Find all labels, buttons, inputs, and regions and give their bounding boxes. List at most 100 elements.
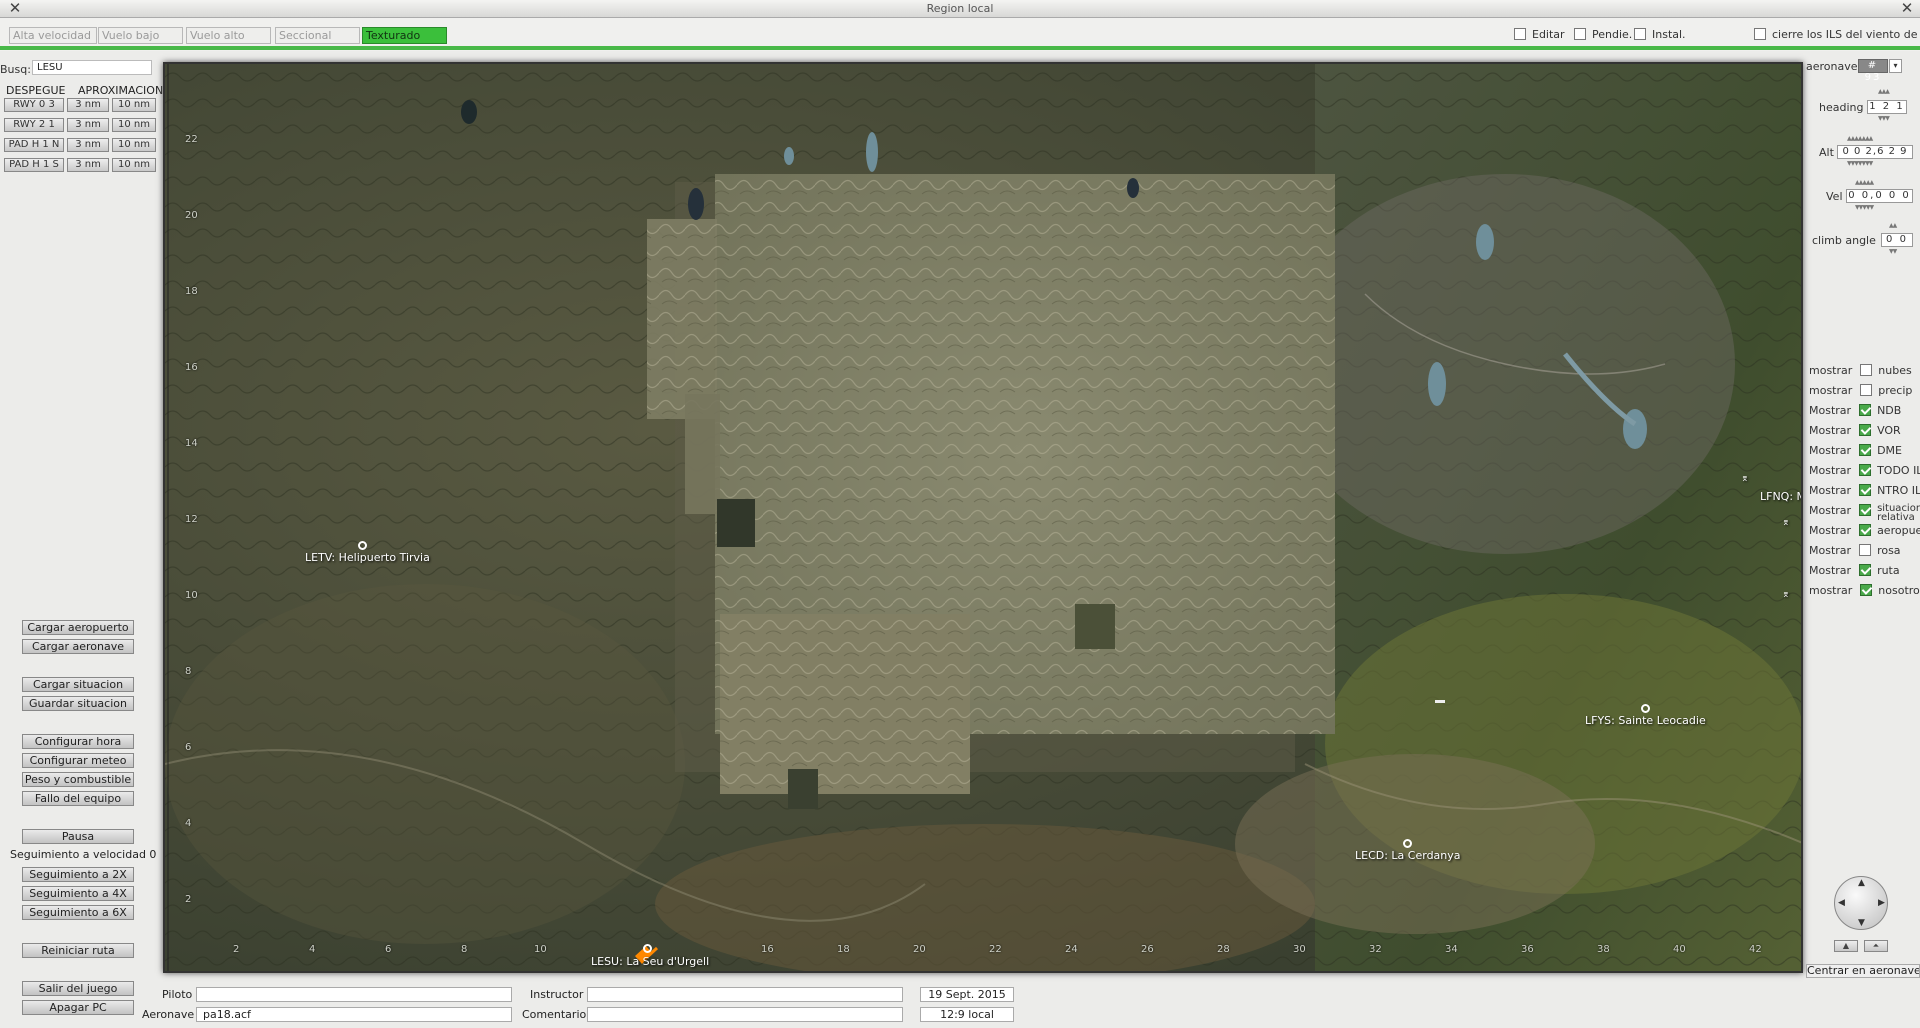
checkbox-icon <box>1514 28 1526 40</box>
alt-down-arrows[interactable]: ▼▼▼▼▼▼▼ <box>1847 161 1873 167</box>
vel-up-arrows[interactable]: ▲▲▲▲▲ <box>1855 180 1874 186</box>
alt-up-arrows[interactable]: ▲▲▲▲▲▲▲ <box>1847 136 1873 142</box>
arrow-left-icon[interactable]: ◀ <box>1838 898 1845 908</box>
runway-3nm-button[interactable]: 3 nm <box>67 118 109 132</box>
pause-button[interactable]: Pausa <box>22 829 134 844</box>
tab-sectional[interactable]: Seccional <box>275 27 360 44</box>
arrow-up-icon[interactable]: ▲ <box>1858 878 1865 888</box>
runway-3nm-button[interactable]: 3 nm <box>67 98 109 112</box>
checkbox-checked-icon <box>1859 504 1872 516</box>
config-time-button[interactable]: Configurar hora <box>22 734 134 749</box>
climb-down-arrows[interactable]: ▼▼ <box>1889 249 1897 255</box>
config-weather-button[interactable]: Configurar meteo <box>22 753 134 768</box>
arrow-down-icon[interactable]: ▼ <box>1858 918 1865 928</box>
overlay-toggle-route[interactable]: Mostrar ruta <box>1809 564 1900 579</box>
climb-angle-field[interactable]: 0 0 <box>1881 233 1913 247</box>
overlay-toggle-precip[interactable]: mostrar precip <box>1809 384 1912 399</box>
slope-checkbox[interactable]: Pendie. <box>1574 27 1632 43</box>
restart-route-button[interactable]: Reiniciar ruta <box>22 943 134 958</box>
tab-low-flight[interactable]: Vuelo bajo <box>98 27 183 44</box>
runway-button[interactable]: PAD H 1 S <box>4 158 64 172</box>
weight-fuel-button[interactable]: Peso y combustible <box>22 772 134 787</box>
tab-high-flight[interactable]: Vuelo alto <box>186 27 271 44</box>
zoom-in-button[interactable]: ⏶ <box>1864 940 1888 952</box>
overlay-toggle-all-ils[interactable]: MostrarTODO ILS <box>1809 464 1920 479</box>
tab-textured[interactable]: Texturado <box>362 27 447 44</box>
aircraft-dropdown-icon[interactable]: ▾ <box>1889 59 1902 73</box>
checkbox-checked-icon <box>1860 584 1873 596</box>
follow-speed-button[interactable]: Seguimiento a velocidad 0 <box>10 848 156 863</box>
search-input[interactable]: LESU <box>32 60 152 75</box>
y-tick-label: 14 <box>185 438 198 449</box>
load-aircraft-button[interactable]: Cargar aeronave <box>22 639 134 654</box>
airport-label-lfnq[interactable]: LFNQ: M <box>1760 490 1801 503</box>
tab-high-speed[interactable]: Alta velocidad <box>9 27 97 44</box>
runway-button[interactable]: RWY 0 3 <box>4 98 64 112</box>
overlay-toggle-rose[interactable]: Mostrar rosa <box>1809 544 1901 559</box>
runway-button[interactable]: PAD H 1 N <box>4 138 64 152</box>
aircraft-label: aeronave <box>1806 60 1858 73</box>
center-on-aircraft-button[interactable]: Centrar en aeronave <box>1806 964 1920 978</box>
heliport-icon[interactable] <box>358 541 367 550</box>
airport-label-lecd[interactable]: LECD: La Cerdanya <box>1355 849 1461 862</box>
airport-label-lfys[interactable]: LFYS: Sainte Leocadie <box>1585 714 1706 727</box>
checkbox-checked-icon <box>1859 464 1872 476</box>
aircraft-number-field[interactable]: # 93 <box>1858 59 1888 83</box>
date-field[interactable]: 19 Sept. 2015 <box>920 987 1014 1002</box>
pilot-field[interactable] <box>196 987 512 1002</box>
time-field[interactable]: 12:9 local <box>920 1007 1014 1022</box>
zoom-out-button[interactable]: ▲ <box>1834 940 1858 952</box>
comment-field[interactable] <box>587 1007 903 1022</box>
runway-10nm-button[interactable]: 10 nm <box>112 138 156 152</box>
airport-icon[interactable] <box>1403 839 1412 848</box>
airport-icon[interactable] <box>1641 704 1650 713</box>
pilot-label: Piloto <box>162 988 193 1001</box>
heading-field[interactable]: 1 2 1 <box>1867 100 1907 114</box>
airport-label-letv[interactable]: LETV: Helipuerto Tirvia <box>305 551 430 564</box>
airport-icon[interactable] <box>643 944 652 953</box>
y-tick-label: 6 <box>185 742 192 753</box>
arrow-right-icon[interactable]: ▶ <box>1878 898 1885 908</box>
aircraft-file-label: Aeronave <box>142 1008 195 1021</box>
heading-down-arrows[interactable]: ▼▼▼ <box>1878 116 1890 122</box>
overlay-toggle-vor[interactable]: Mostrar VOR <box>1809 424 1901 439</box>
runway-3nm-button[interactable]: 3 nm <box>67 138 109 152</box>
overlay-toggle-intro-ils[interactable]: MostrarNTRO ILS <box>1809 484 1920 499</box>
save-situation-button[interactable]: Guardar situacion <box>22 696 134 711</box>
equipment-failure-button[interactable]: Fallo del equipo <box>22 791 134 806</box>
follow-4x-button[interactable]: Seguimiento a 4X <box>22 886 134 901</box>
heading-up-arrows[interactable]: ▲▲▲ <box>1878 89 1890 95</box>
close-ils-checkbox[interactable]: cierre los ILS del viento de co <box>1754 27 1920 43</box>
follow-6x-button[interactable]: Seguimiento a 6X <box>22 905 134 920</box>
close-icon[interactable]: ✕ <box>6 0 24 18</box>
close-icon-right[interactable]: ✕ <box>1898 0 1916 18</box>
overlay-toggle-dme[interactable]: Mostrar DME <box>1809 444 1902 459</box>
load-situation-button[interactable]: Cargar situacion <box>22 677 134 692</box>
runway-10nm-button[interactable]: 10 nm <box>112 98 156 112</box>
checkbox-icon <box>1634 28 1646 40</box>
overlay-toggle-us[interactable]: mostrarnosotros <box>1809 584 1920 599</box>
overlay-toggle-relative[interactable]: Mostrar situacion relativa <box>1809 504 1920 526</box>
follow-2x-button[interactable]: Seguimiento a 2X <box>22 867 134 882</box>
vel-down-arrows[interactable]: ▼▼▼▼▼ <box>1855 205 1874 211</box>
airport-label-lesu[interactable]: LESU: La Seu d'Urgell <box>591 955 709 968</box>
map-pan-joystick[interactable]: ▲ ▼ ◀ ▶ <box>1834 876 1888 930</box>
runway-3nm-button[interactable]: 3 nm <box>67 158 109 172</box>
climb-up-arrows[interactable]: ▲▲ <box>1889 223 1897 229</box>
overlay-toggle-clouds[interactable]: mostrar nubes <box>1809 364 1912 379</box>
vel-field[interactable]: 0 0,0 0 0 <box>1846 189 1913 203</box>
alt-field[interactable]: 0 0 2,6 2 9 <box>1837 145 1913 159</box>
runway-10nm-button[interactable]: 10 nm <box>112 118 156 132</box>
y-tick-label: 2 <box>185 894 192 905</box>
overlay-toggle-airports[interactable]: Mostraraeropuert <box>1809 524 1920 539</box>
aircraft-file-field[interactable]: pa18.acf <box>196 1007 512 1022</box>
install-checkbox[interactable]: Instal. <box>1634 27 1686 43</box>
x-tick-label: 22 <box>989 944 1002 955</box>
runway-10nm-button[interactable]: 10 nm <box>112 158 156 172</box>
instructor-field[interactable] <box>587 987 903 1002</box>
satellite-map[interactable]: LETV: Helipuerto Tirvia LESU: La Seu d'U… <box>163 62 1803 973</box>
runway-button[interactable]: RWY 2 1 <box>4 118 64 132</box>
edit-checkbox[interactable]: Editar <box>1514 27 1565 43</box>
load-airport-button[interactable]: Cargar aeropuerto <box>22 620 134 635</box>
overlay-toggle-ndb[interactable]: Mostrar NDB <box>1809 404 1901 419</box>
